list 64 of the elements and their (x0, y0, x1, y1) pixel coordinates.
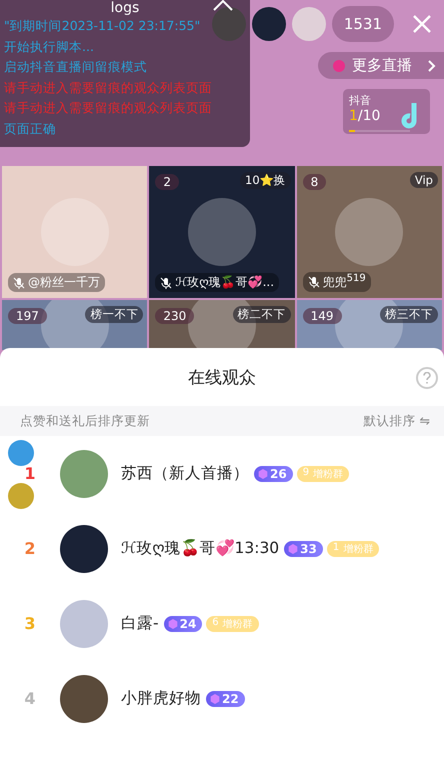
room-tag: 榜三不下 (380, 306, 438, 323)
live-room-card[interactable]: 230 榜二不下 (149, 300, 295, 350)
avatar-photo (60, 600, 108, 648)
fan-group-badge: 9 增粉群 (296, 466, 350, 482)
level-badge: 33 (284, 540, 323, 556)
viewer-name: ℋ玫ღ瑰🍒哥💞13:30 (121, 538, 280, 559)
viewer-count[interactable]: 1531 (332, 6, 394, 42)
rank-number: 3 (23, 614, 37, 633)
avatar-photo (60, 524, 108, 572)
viewer-row[interactable]: 2 ℋ玫ღ瑰🍒哥💞13:30 33 1 增粉群 (0, 511, 444, 586)
room-tag: 榜一不下 (85, 306, 144, 323)
room-tag: Vip (410, 172, 438, 188)
log-line: 请手动进入需要留痕的观众列表页面 (4, 99, 213, 117)
help-icon[interactable] (416, 367, 438, 389)
log-line: "到期时间2023-11-02 23:17:55" (4, 17, 202, 35)
level-badge: 24 (164, 616, 202, 632)
live-room-card[interactable]: 149 榜三不下 (296, 300, 442, 350)
viewer-row[interactable]: 4 小胖虎好物 22 (0, 661, 444, 736)
rank-number: 1 (23, 464, 37, 483)
room-badge: 230 (155, 308, 194, 324)
progress-count: 1/10 (349, 108, 380, 124)
log-line: 页面正确 (4, 120, 57, 138)
log-line: 启动抖音直播间留痕模式 (4, 58, 148, 76)
room-name: @粉丝一千万 (28, 274, 100, 291)
rank-number: 2 (23, 539, 37, 558)
level-badge: 22 (206, 690, 245, 706)
muted-mic-icon (13, 276, 25, 288)
more-live-button[interactable]: 更多直播 (318, 52, 444, 79)
fan-group-badge: 1 增粉群 (326, 540, 380, 556)
live-room-card[interactable]: 197 榜一不下 (2, 300, 148, 350)
viewer-row[interactable]: 1 苏西（新人首播） 26 9 增粉群 (0, 436, 444, 511)
sticker-icon (8, 440, 34, 466)
level-badge: 26 (254, 466, 293, 482)
live-room-card[interactable]: 2 10⭐换 ℋ玫ღ瑰🍒哥💞... (149, 166, 295, 298)
room-badge: 8 (302, 174, 326, 190)
room-tag: 10⭐换 (240, 172, 291, 189)
avatar-photo (60, 674, 108, 722)
room-name: 兜兜$^{519}$ (322, 273, 366, 291)
sticker-icon (8, 483, 34, 509)
sheet-title: 在线观众 (188, 366, 256, 388)
douyin-progress-card[interactable]: 抖音 1/10 (343, 89, 430, 134)
planet-icon (332, 58, 346, 72)
room-tag: 榜二不下 (232, 306, 291, 323)
live-room-card[interactable]: 8 Vip 兜兜$^{519}$ (296, 166, 442, 298)
sort-hint: 点赞和送礼后排序更新 (20, 412, 150, 430)
viewer-row[interactable]: 3 白露- 24 6 增粉群 (0, 586, 444, 661)
room-badge: 197 (8, 308, 47, 324)
fan-group-badge: 6 增粉群 (206, 616, 259, 632)
muted-mic-icon (308, 276, 320, 288)
room-name: ℋ玫ღ瑰🍒哥💞... (175, 274, 274, 291)
muted-mic-icon (160, 276, 172, 288)
chevron-right-icon (428, 60, 436, 72)
card-title: 抖音 (349, 93, 372, 108)
logs-title: logs (110, 0, 140, 16)
viewer-name: 苏西（新人首播） (121, 463, 249, 484)
viewer-avatar[interactable] (252, 7, 286, 41)
rank-number: 4 (23, 689, 37, 708)
log-line: 请手动进入需要留痕的观众列表页面 (4, 78, 213, 96)
room-badge: 149 (302, 308, 342, 324)
viewer-name: 白露- (121, 613, 159, 634)
room-badge: 2 (155, 174, 179, 190)
log-line: 开始执行脚本... (4, 38, 95, 56)
viewer-name: 小胖虎好物 (121, 688, 201, 709)
avatar-photo (60, 450, 108, 498)
